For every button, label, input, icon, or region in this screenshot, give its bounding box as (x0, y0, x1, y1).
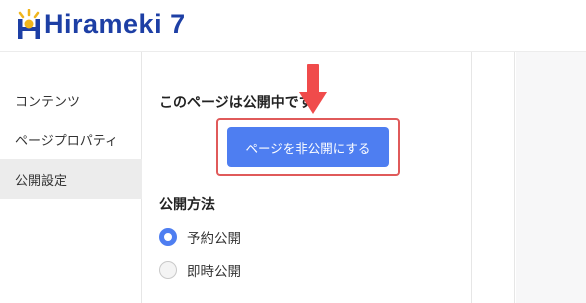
lightbulb-icon (16, 8, 42, 39)
logo[interactable]: Hirameki 7 (16, 8, 186, 40)
radio-label: 即時公開 (187, 264, 241, 280)
radio-unselected-icon[interactable] (159, 261, 177, 279)
publish-status-text: このページは公開中です (159, 95, 313, 111)
sidebar-item-label: 公開設定 (15, 173, 68, 189)
preview-panel (516, 52, 586, 303)
radio-selected-icon[interactable] (159, 228, 177, 246)
radio-immediate-publish[interactable]: 即時公開 (159, 260, 241, 280)
radio-label: 予約公開 (187, 231, 241, 247)
sidebar-item-page-properties[interactable]: ページプロパティ (0, 119, 142, 159)
sidebar: コンテンツ ページプロパティ 公開設定 (0, 52, 142, 303)
main-panel: このページは公開中です ページを非公開にする 公開方法 予約公開 即時公開 (143, 52, 472, 303)
down-arrow-icon (299, 64, 327, 116)
app-header: Hirameki 7 (0, 0, 586, 52)
sidebar-item-label: コンテンツ (15, 94, 81, 110)
sidebar-item-contents[interactable]: コンテンツ (0, 80, 142, 120)
sidebar-item-label: ページプロパティ (15, 133, 118, 149)
publish-method-title: 公開方法 (159, 197, 215, 213)
logo-text: Hirameki 7 (44, 8, 186, 39)
unpublish-button[interactable]: ページを非公開にする (227, 127, 389, 167)
sidebar-item-publish-settings[interactable]: 公開設定 (0, 159, 142, 199)
side-panel (473, 52, 515, 303)
radio-scheduled-publish[interactable]: 予約公開 (159, 227, 241, 247)
